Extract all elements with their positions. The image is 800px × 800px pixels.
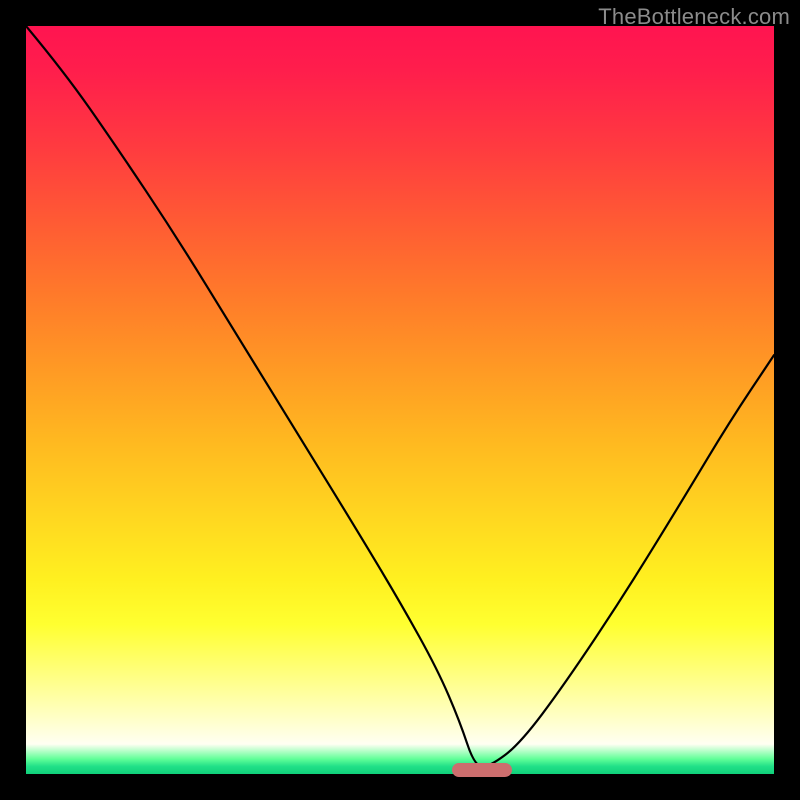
- plot-area: [26, 26, 774, 774]
- optimal-range-marker: [452, 763, 512, 777]
- curve-svg: [26, 26, 774, 774]
- chart-frame: TheBottleneck.com: [0, 0, 800, 800]
- bottleneck-curve: [26, 26, 774, 767]
